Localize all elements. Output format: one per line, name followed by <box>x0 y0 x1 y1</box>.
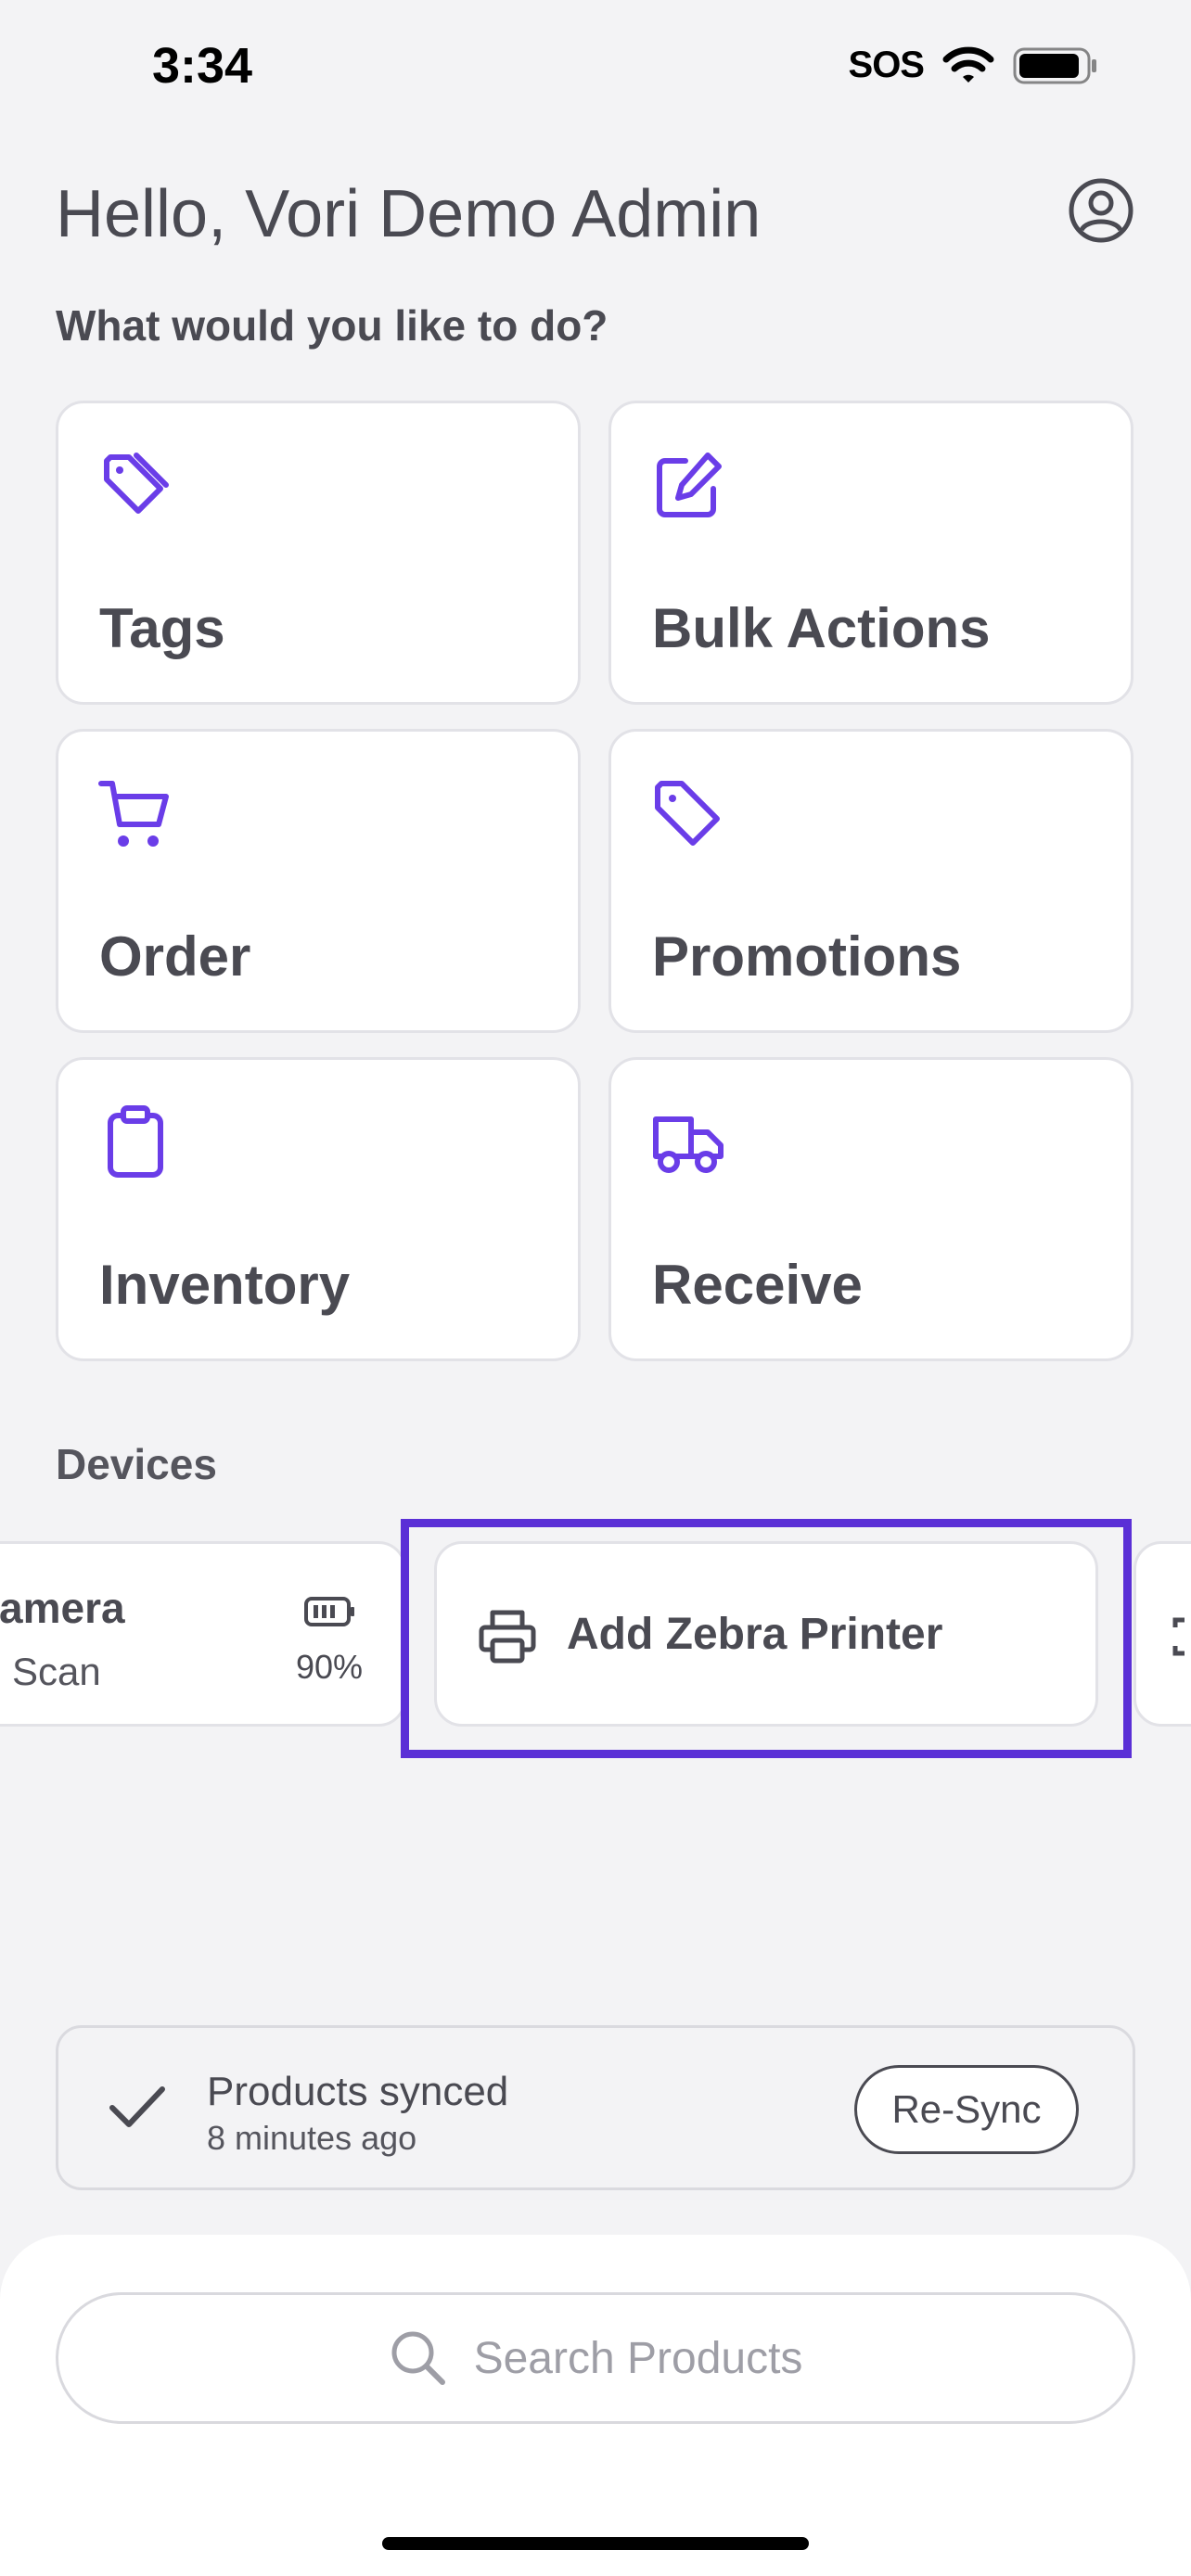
battery-level-icon <box>304 1597 354 1626</box>
tile-label: Order <box>99 925 251 988</box>
home-indicator <box>382 2537 809 2550</box>
battery-icon <box>1013 47 1096 83</box>
tags-icon <box>104 453 169 514</box>
action-prompt: What would you like to do? <box>56 301 608 350</box>
greeting-title: Hello, Vori Demo Admin <box>56 177 762 251</box>
truck-icon <box>653 1116 724 1173</box>
clipboard-icon <box>108 1105 163 1178</box>
selection-highlight <box>401 1519 1132 1758</box>
search-products-field[interactable]: Search Products <box>56 2292 1135 2424</box>
tile-bulk-actions[interactable]: Bulk Actions <box>608 401 1133 705</box>
status-time: 3:34 <box>152 38 253 94</box>
devices-heading: Devices <box>56 1440 217 1488</box>
tag-icon <box>655 781 720 846</box>
next-device-card[interactable] <box>1133 1541 1191 1727</box>
sync-title: Products synced <box>207 2069 509 2114</box>
tile-tags[interactable]: Tags <box>56 401 581 705</box>
scan-icon <box>1172 1617 1185 1656</box>
tile-label: Promotions <box>652 925 962 988</box>
tile-label: Receive <box>652 1254 863 1316</box>
profile-icon[interactable] <box>1067 176 1135 245</box>
tile-order[interactable]: Order <box>56 729 581 1033</box>
tile-label: Tags <box>99 597 225 659</box>
tile-label: Inventory <box>99 1254 351 1316</box>
battery-percent: 90% <box>296 1648 364 1686</box>
wifi-icon <box>942 46 994 83</box>
check-icon <box>109 2086 165 2127</box>
cart-icon <box>98 781 169 847</box>
sos-label: SOS <box>848 45 925 85</box>
sync-time: 8 minutes ago <box>207 2119 417 2157</box>
edit-icon <box>657 453 722 517</box>
search-placeholder: Search Products <box>473 2333 803 2383</box>
tile-receive[interactable]: Receive <box>608 1057 1133 1361</box>
status-indicators: SOS <box>849 45 1098 86</box>
camera-device-card[interactable]: amera Scan 90% <box>0 1541 406 1727</box>
sync-status-panel: Products synced 8 minutes ago Re-Sync <box>56 2025 1135 2190</box>
tile-label: Bulk Actions <box>652 597 991 659</box>
resync-button[interactable]: Re-Sync <box>854 2065 1079 2154</box>
camera-device-title: amera <box>0 1584 125 1632</box>
tile-inventory[interactable]: Inventory <box>56 1057 581 1361</box>
tile-promotions[interactable]: Promotions <box>608 729 1133 1033</box>
search-icon <box>391 2331 445 2385</box>
camera-device-subtitle: Scan <box>12 1650 101 1693</box>
